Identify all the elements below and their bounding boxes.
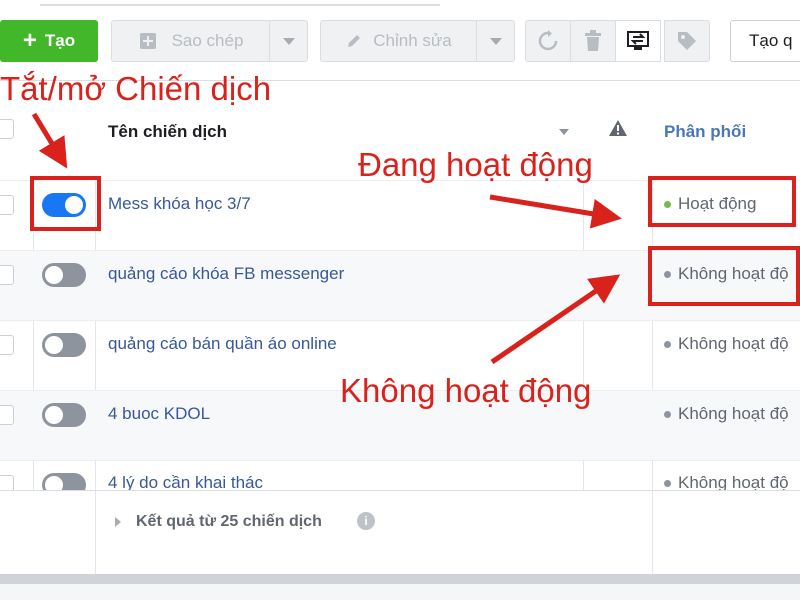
annotation-arrows bbox=[31, 112, 622, 365]
arrow-to-active bbox=[489, 194, 622, 229]
arrow-to-inactive bbox=[490, 274, 621, 365]
arrow-to-toggle bbox=[31, 112, 68, 169]
